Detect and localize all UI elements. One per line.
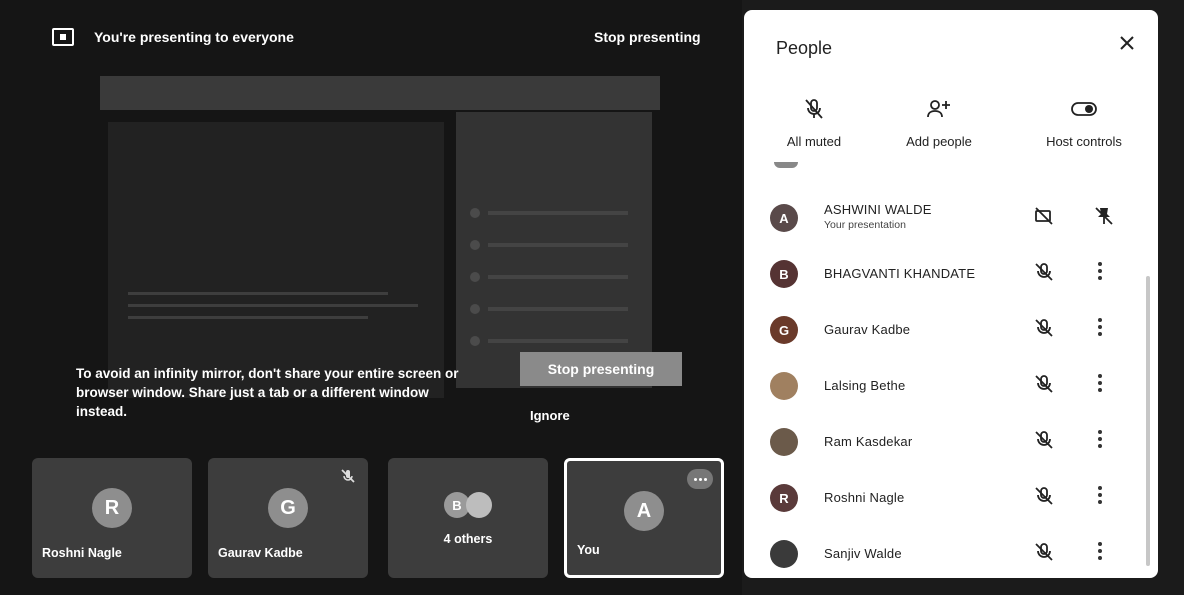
avatar: A <box>770 204 798 232</box>
unpin-icon[interactable] <box>1094 206 1114 231</box>
participant-tile[interactable]: G Gaurav Kadbe <box>208 458 368 578</box>
more-options-icon[interactable] <box>1094 430 1106 448</box>
list-item[interactable]: G Gaurav Kadbe <box>744 304 1158 352</box>
ignore-button[interactable]: Ignore <box>530 408 570 423</box>
tile-name: Gaurav Kadbe <box>218 546 303 560</box>
mic-off-icon <box>1034 374 1054 399</box>
list-item[interactable]: Sanjiv Walde <box>744 528 1158 576</box>
participant-name: ASHWINI WALDE <box>824 202 932 217</box>
more-options-icon[interactable] <box>1094 486 1106 504</box>
infinity-mirror-warning: To avoid an infinity mirror, don't share… <box>76 366 459 419</box>
list-item[interactable]: Ram Kasdekar <box>744 416 1158 464</box>
list-partial-item <box>774 162 798 168</box>
mic-off-icon <box>340 468 356 489</box>
add-people-button[interactable]: Add people <box>894 96 984 149</box>
action-label: Add people <box>906 134 972 149</box>
action-label: All muted <box>786 134 842 149</box>
tile-name: Roshni Nagle <box>42 546 122 560</box>
avatar-photo <box>466 492 492 518</box>
participant-name: Roshni Nagle <box>824 490 905 505</box>
warning-stop-presenting-button[interactable]: Stop presenting <box>520 352 682 386</box>
avatar: R <box>92 488 132 528</box>
host-controls-button[interactable]: Host controls <box>1034 96 1134 149</box>
stop-presenting-button[interactable]: Stop presenting <box>594 29 701 45</box>
list-item[interactable]: R Roshni Nagle <box>744 472 1158 520</box>
avatar: R <box>770 484 798 512</box>
action-label: Host controls <box>1046 134 1122 149</box>
mirrored-people-panel <box>456 112 652 388</box>
more-options-icon[interactable] <box>1094 262 1106 280</box>
participant-name: Gaurav Kadbe <box>824 322 911 337</box>
scrollbar[interactable] <box>1146 276 1150 566</box>
mic-off-icon <box>1034 262 1054 287</box>
list-item[interactable]: Lalsing Bethe <box>744 360 1158 408</box>
mic-off-icon <box>1034 486 1054 511</box>
participant-name: BHAGVANTI KHANDATE <box>824 266 976 281</box>
avatar: A <box>624 491 664 531</box>
mic-off-icon <box>774 96 854 122</box>
presenting-message: You're presenting to everyone <box>94 29 294 45</box>
participant-name: Lalsing Bethe <box>824 378 906 393</box>
panel-title: People <box>776 38 833 58</box>
self-tile[interactable]: A You <box>564 458 724 578</box>
presenting-bar: You're presenting to everyone Stop prese… <box>0 0 742 70</box>
mic-off-icon <box>1034 430 1054 455</box>
more-options-icon[interactable] <box>1094 542 1106 560</box>
mic-off-icon <box>1034 542 1054 567</box>
participant-name: Ram Kasdekar <box>824 434 913 449</box>
avatar-photo <box>770 428 798 456</box>
participant-name: Sanjiv Walde <box>824 546 902 561</box>
toggle-icon <box>1034 96 1134 122</box>
tile-name: You <box>577 543 600 557</box>
list-item[interactable]: B BHAGVANTI KHANDATE <box>744 248 1158 296</box>
all-muted-button[interactable]: All muted <box>774 96 854 149</box>
avatar: G <box>268 488 308 528</box>
avatar: G <box>770 316 798 344</box>
mic-off-icon <box>1034 318 1054 343</box>
mirrored-screen <box>108 122 444 398</box>
avatar: B <box>770 260 798 288</box>
more-options-icon[interactable] <box>1094 318 1106 336</box>
people-panel: People All muted Add people Host control… <box>744 10 1158 578</box>
presentation-stage: You're presenting to everyone Stop prese… <box>0 0 742 595</box>
others-tile[interactable]: B 4 others <box>388 458 548 578</box>
more-options-icon[interactable] <box>687 469 713 489</box>
avatar-photo <box>770 372 798 400</box>
participant-subtitle: Your presentation <box>824 219 906 231</box>
add-person-icon <box>894 96 984 122</box>
mirrored-banner <box>100 76 660 110</box>
list-item[interactable]: A ASHWINI WALDE Your presentation <box>744 192 1158 240</box>
stop-presentation-icon[interactable] <box>1034 206 1054 231</box>
present-screen-icon <box>52 28 74 46</box>
close-icon[interactable] <box>1118 34 1136 57</box>
participant-tile[interactable]: R Roshni Nagle <box>32 458 192 578</box>
avatar-photo <box>770 540 798 568</box>
others-count: 4 others <box>443 532 493 546</box>
more-options-icon[interactable] <box>1094 374 1106 392</box>
